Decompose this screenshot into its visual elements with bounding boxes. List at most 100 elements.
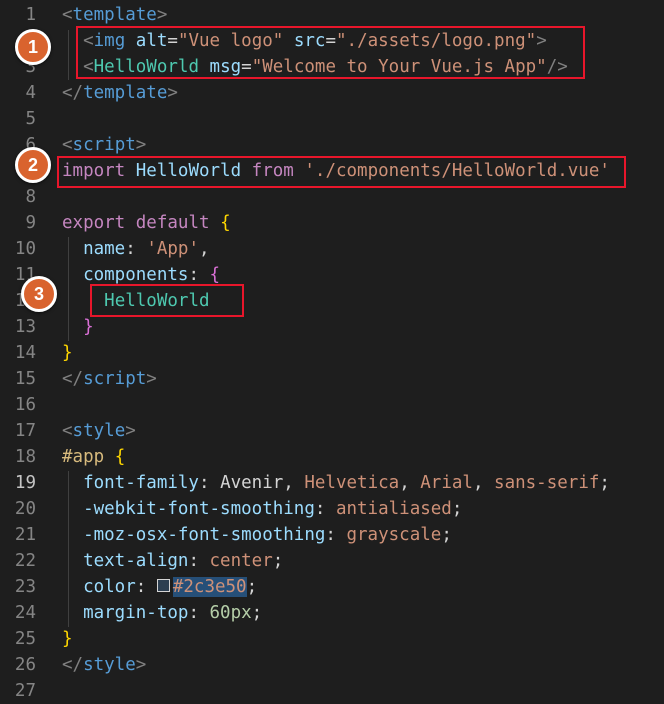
callout-badge-2: 2 [15, 147, 51, 183]
line-code: <style> [62, 418, 136, 444]
code-line[interactable]: 21 -moz-osx-font-smoothing: grayscale; [0, 522, 664, 548]
code-line[interactable]: 6 <script> [0, 132, 664, 158]
callout-badge-3: 3 [21, 276, 57, 312]
code-token: color [83, 577, 136, 597]
code-token: : [314, 499, 336, 519]
line-number: 17 [14, 421, 36, 441]
code-token: export [62, 213, 126, 233]
code-line[interactable]: 13 } [0, 314, 664, 340]
code-token: antialiased [335, 499, 452, 519]
line-number: 16 [14, 395, 36, 415]
line-number: 14 [14, 343, 36, 363]
code-token: : [198, 473, 221, 493]
code-line[interactable]: 23 color: #2c3e50; [0, 574, 664, 600]
code-line[interactable]: 18 #app { [0, 444, 664, 470]
code-token: sans-serif [494, 473, 600, 493]
code-token: ; [441, 525, 452, 545]
code-token: grayscale [346, 525, 442, 545]
code-line[interactable]: 14} [0, 340, 664, 366]
code-line[interactable]: 5 [0, 106, 664, 132]
code-token: , [283, 473, 305, 493]
line-number: 10 [14, 239, 36, 259]
code-line[interactable]: 24 margin-top: 60px; [0, 600, 664, 626]
line-number: 4 [25, 83, 36, 103]
code-token: < [62, 421, 73, 441]
code-token: > [125, 421, 136, 441]
code-token: ; [272, 551, 284, 571]
code-token: text-align [83, 551, 189, 571]
line-code: } [62, 340, 73, 366]
code-token: 60px [209, 603, 252, 623]
line-number: 15 [14, 369, 36, 389]
code-token: } [62, 343, 73, 363]
code-token: < [62, 135, 73, 155]
line-code: </script> [62, 366, 157, 392]
line-number: 18 [14, 447, 36, 467]
code-token: #2c3e50 [172, 577, 247, 597]
code-token: ; [599, 473, 610, 493]
code-line[interactable]: 1 <template> [0, 2, 664, 28]
code-token: template [72, 5, 157, 25]
line-code: export default { [62, 210, 231, 236]
code-token: > [167, 83, 178, 103]
code-token: ; [451, 499, 463, 519]
code-line[interactable]: 17 <style> [0, 418, 664, 444]
code-editor[interactable]: 1<template>2 <img alt="Vue logo" src="./… [0, 0, 664, 703]
code-token: script [72, 135, 136, 155]
code-line[interactable]: 27 [0, 678, 664, 704]
code-token: : [188, 603, 210, 623]
code-line[interactable]: 25} [0, 626, 664, 652]
code-token: -moz-osx-font-smoothing [83, 525, 326, 545]
highlight-box-import-statement [57, 156, 626, 188]
code-token: } [83, 317, 94, 337]
line-number: 20 [14, 499, 36, 519]
code-token: > [156, 5, 168, 25]
code-line[interactable]: 26 </style> [0, 652, 664, 678]
line-code: color: #2c3e50; [62, 574, 257, 600]
code-token: margin-top [83, 603, 189, 623]
code-line[interactable]: 20 -webkit-font-smoothing: antialiased; [0, 496, 664, 522]
code-token: </ [62, 83, 84, 103]
line-code: margin-top: 60px; [62, 600, 262, 626]
code-token: > [135, 135, 147, 155]
highlight-box-template-tags [76, 26, 585, 79]
color-swatch-icon[interactable] [156, 578, 170, 592]
line-number: 24 [14, 603, 36, 623]
code-line[interactable]: 4 </template> [0, 80, 664, 106]
highlight-box-components-entry [90, 284, 244, 317]
code-line[interactable]: 19 font-family: Avenir, Helvetica, Arial… [0, 470, 664, 496]
code-token: : [188, 265, 210, 285]
code-token: { [209, 265, 221, 285]
line-code: </style> [62, 652, 146, 678]
code-token: center [209, 551, 273, 571]
code-token: default [135, 213, 210, 233]
line-code: <script> [62, 132, 146, 158]
code-token: : [135, 577, 157, 597]
line-code: font-family: Avenir, Helvetica, Arial, s… [62, 470, 610, 496]
code-token: -webkit-font-smoothing [83, 499, 315, 519]
code-line[interactable]: 22 text-align: center; [0, 548, 664, 574]
code-line[interactable]: 15 </script> [0, 366, 664, 392]
line-code: name: 'App', [62, 236, 209, 262]
code-token: : [125, 239, 147, 259]
code-line[interactable]: 10 name: 'App', [0, 236, 664, 262]
line-code: } [62, 314, 94, 340]
code-line[interactable]: 16 [0, 392, 664, 418]
code-token: Arial [420, 473, 473, 493]
line-code: <template> [62, 2, 167, 28]
line-code: } [62, 626, 73, 652]
line-number: 8 [25, 187, 36, 207]
code-token: , [472, 473, 495, 493]
code-token: template [83, 83, 168, 103]
code-line[interactable]: 9 export default { [0, 210, 664, 236]
line-number: 13 [14, 317, 36, 337]
